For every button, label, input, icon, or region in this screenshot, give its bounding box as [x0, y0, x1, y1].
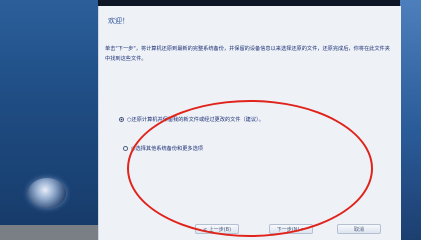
right-edge-panel [400, 0, 421, 240]
intro-paragraph: 单击"下一步"，将计算机还原到最新的完整系统备份，并保留的设备信息以来选择还原的… [105, 46, 390, 62]
radio-keep-files[interactable] [119, 117, 124, 122]
option-keep-files[interactable]: ○还原计算机并保留我的新文件或经过更改的文件（建议）。 [119, 116, 264, 123]
option-other-backup-label: ○选择其他系统备份和更多选项 [131, 146, 203, 152]
windows-logo-icon [28, 178, 66, 208]
button-bar: < 上一步(B) 下一步(N) > 取消 [99, 220, 401, 240]
dialog-title: 欢迎！ [108, 17, 129, 25]
option-keep-files-label: ○还原计算机并保留我的新文件或经过更改的文件（建议）。 [127, 117, 264, 123]
taskbar-strip [0, 225, 98, 240]
option-other-backup[interactable]: ○选择其他系统备份和更多选项 [123, 145, 203, 152]
restore-dialog: 欢迎！ 单击"下一步"，将计算机还原到最新的完整系统备份，并保留的设备信息以来选… [98, 6, 401, 240]
left-panel [0, 0, 98, 240]
cancel-button[interactable]: 取消 [337, 224, 381, 234]
next-button[interactable]: 下一步(N) > [269, 224, 313, 234]
radio-other-backup[interactable] [123, 146, 128, 151]
back-button[interactable]: < 上一步(B) [195, 224, 239, 234]
